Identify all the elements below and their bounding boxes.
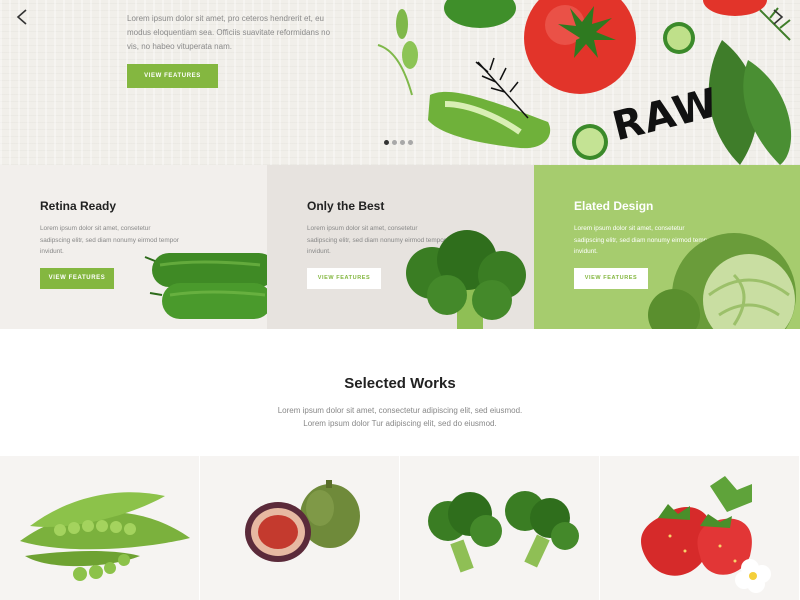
feature-card-retina-ready: Retina Ready Lorem ipsum dolor sit amet,… (0, 165, 267, 329)
peas-image (20, 492, 190, 581)
hero-view-features-button[interactable]: VIEW FEATURES (127, 64, 218, 88)
slider-dots (384, 140, 416, 146)
chevron-left-icon[interactable] (14, 8, 32, 26)
hero-description: Lorem ipsum dolor sit amet, pro ceteros … (127, 14, 331, 51)
cucumber-image (144, 253, 267, 319)
feature-card-elated-design: Elated Design Lorem ipsum dolor sit amet… (534, 165, 800, 329)
slider-dot[interactable] (400, 140, 405, 145)
cabbage-image (648, 233, 796, 329)
selected-works-description: Lorem ipsum dolor sit amet, consectetur … (0, 404, 800, 430)
feature-card-only-the-best: Only the Best Lorem ipsum dolor sit amet… (267, 165, 534, 329)
strawberries-image (641, 476, 771, 593)
figs-image (245, 480, 360, 562)
slider-dot[interactable] (392, 140, 397, 145)
work-item-broccoli[interactable] (400, 456, 599, 600)
hero-slider: RAW Lorem ipsum dolor sit amet, pro cete… (0, 0, 800, 165)
green-chili-image (428, 91, 551, 149)
slider-dot[interactable] (408, 140, 413, 145)
work-item-peas[interactable] (0, 456, 199, 600)
broccoli-image (428, 491, 579, 573)
chevron-right-icon[interactable] (768, 8, 786, 26)
green-pepper-image (444, 0, 516, 28)
tomato-image (524, 0, 636, 94)
selected-works-line: Lorem ipsum dolor Tur adipiscing elit, s… (303, 419, 497, 428)
work-item-figs[interactable] (200, 456, 399, 600)
selected-works-line: Lorem ipsum dolor sit amet, consectetur … (277, 406, 523, 415)
sprout-image (377, 9, 418, 96)
work-item-strawberries[interactable] (600, 456, 799, 600)
slider-dot[interactable] (384, 140, 389, 145)
bay-leaves-image (708, 7, 792, 165)
broccoli-image (406, 230, 526, 329)
selected-works-title: Selected Works (344, 375, 456, 392)
selected-works-gallery (0, 456, 800, 600)
tomato-partial-image (703, 0, 767, 16)
